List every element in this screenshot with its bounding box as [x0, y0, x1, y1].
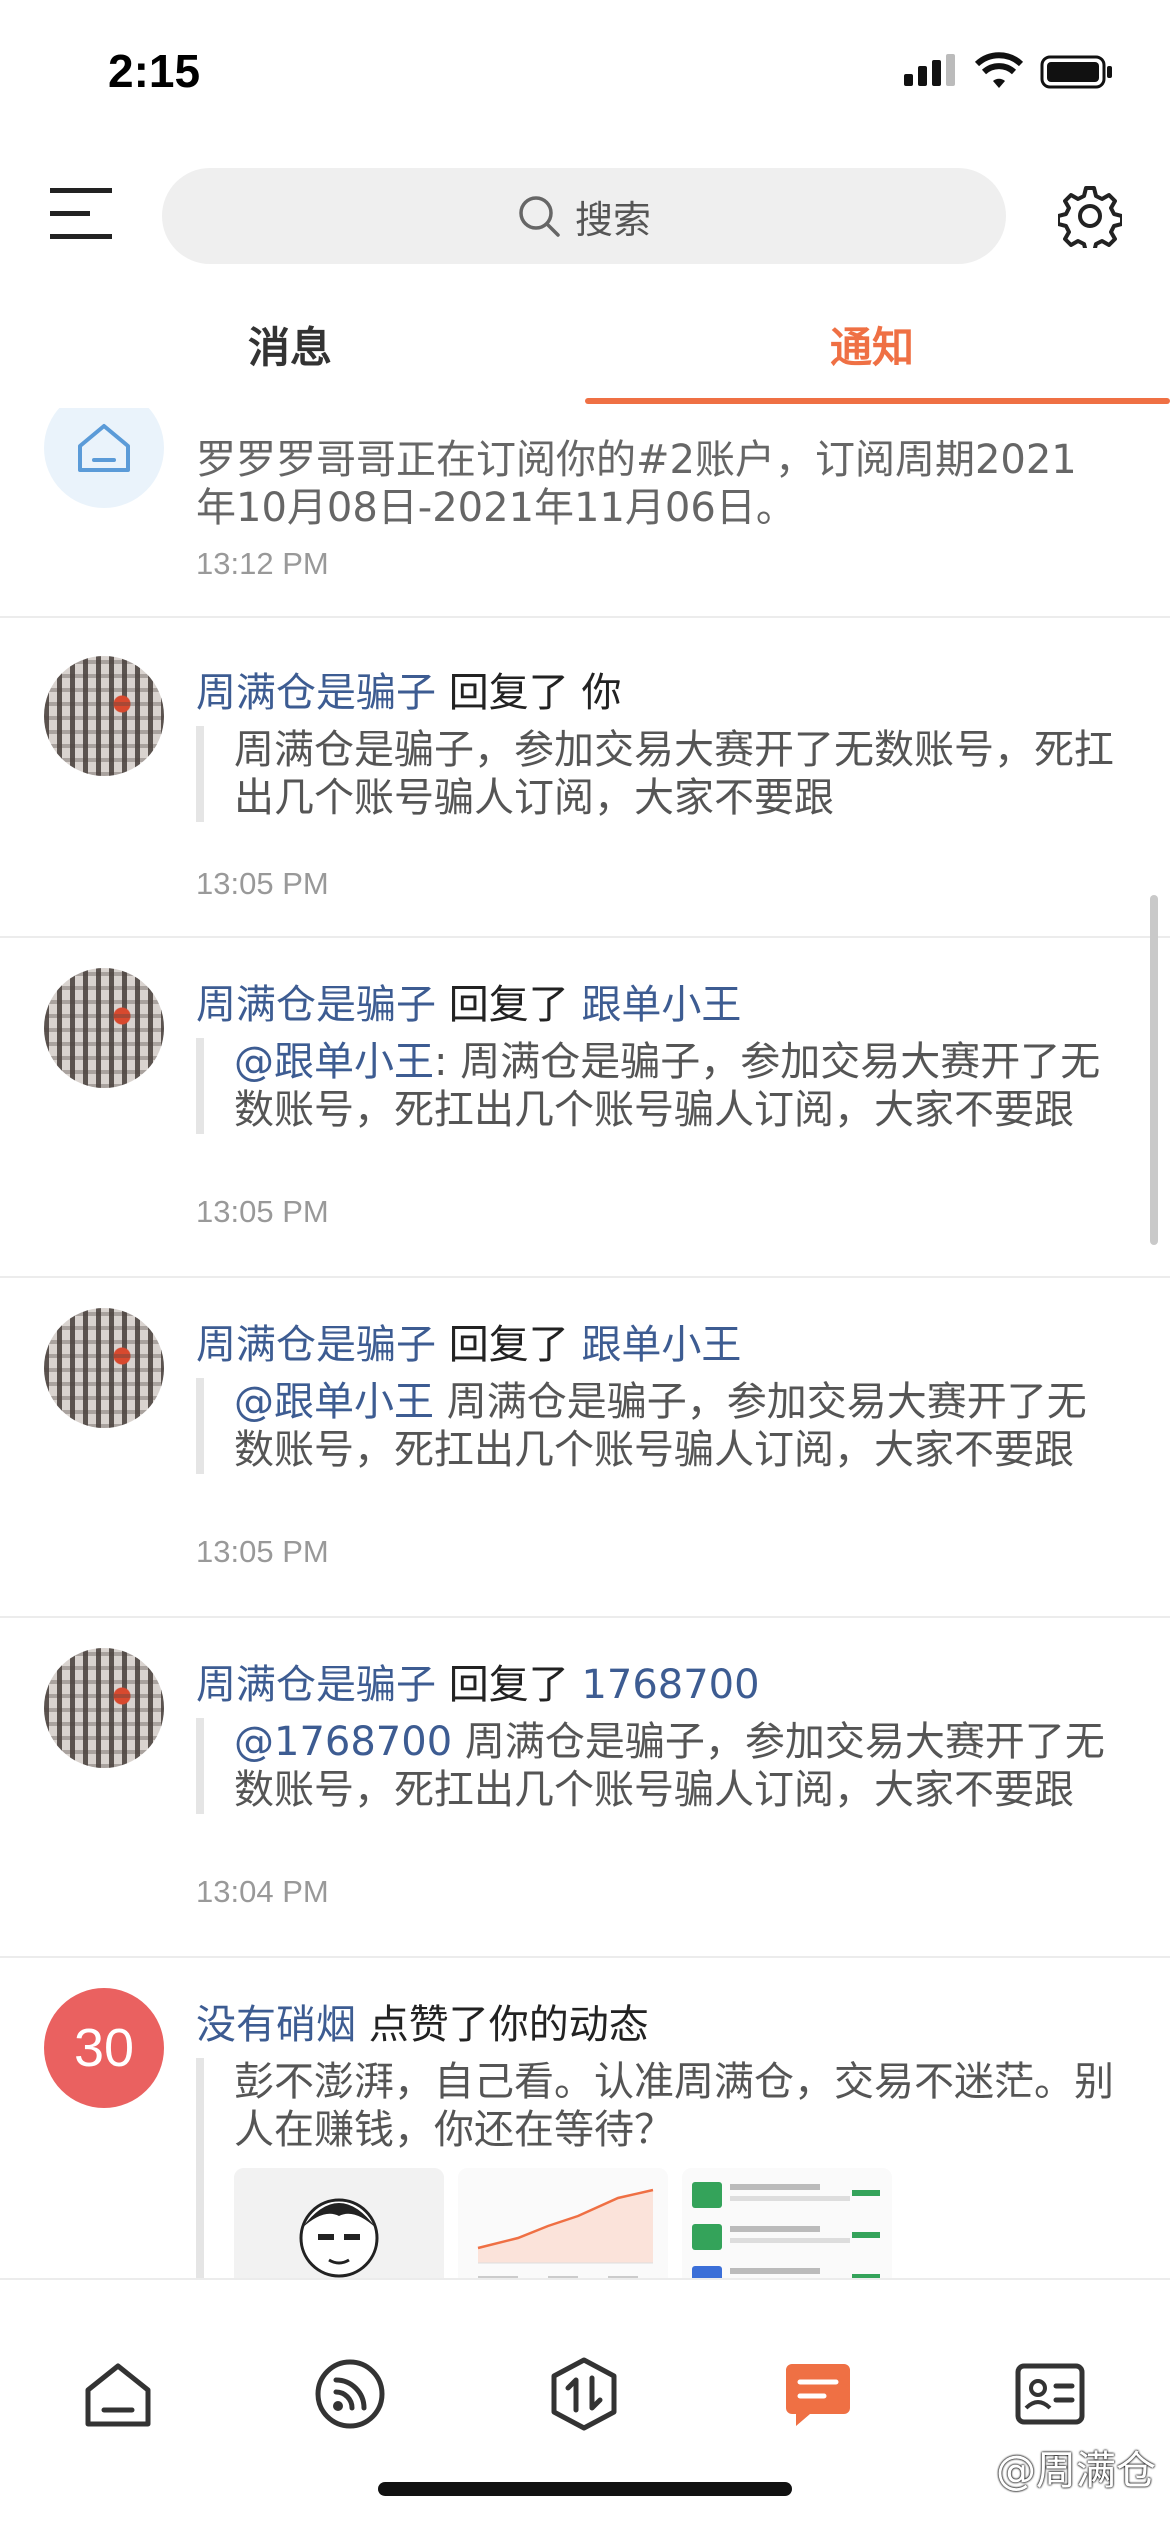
nav-trade[interactable]: [546, 2356, 622, 2432]
search-placeholder: 搜索: [574, 197, 651, 242]
mention-link[interactable]: @跟单小王: [234, 1039, 434, 1085]
status-time: 2:15: [108, 45, 201, 97]
hamburger-menu-icon: [50, 188, 112, 239]
nav-profile[interactable]: [1012, 2356, 1088, 2432]
tab-bar: 消息 通知: [0, 300, 1170, 408]
notification-item[interactable]: 周满仓是骗子 回复了 跟单小王 @跟单小王 周满仓是骗子，参加交易大赛开了无数账…: [0, 1278, 1170, 1618]
notification-body: 罗罗罗哥哥正在订阅你的#2账户，订阅周期2021年10月08日-2021年11月…: [196, 437, 1077, 531]
meme-image[interactable]: [234, 2168, 444, 2278]
notification-time: 13:12 PM: [196, 546, 329, 581]
nav-feed[interactable]: [312, 2356, 388, 2432]
message-icon: [786, 2364, 850, 2426]
notification-item[interactable]: 周满仓是骗子 回复了 你 周满仓是骗子，参加交易大赛开了无数账号，死扛出几个账号…: [0, 618, 1170, 938]
action-text: 点赞了你的动态: [368, 2002, 649, 2048]
notification-time: 13:05 PM: [196, 1194, 329, 1229]
quoted-reply: @1768700 周满仓是骗子，参加交易大赛开了无数账号，死扛出几个账号骗人订阅…: [196, 1718, 1116, 1814]
quoted-reply: @跟单小王: 周满仓是骗子，参加交易大赛开了无数账号，死扛出几个账号骗人订阅，大…: [196, 1038, 1116, 1134]
action-text: 回复了: [448, 1662, 569, 1708]
notification-time: 13:05 PM: [196, 866, 329, 901]
quote-text: 彭不澎湃，自己看。认准周满仓，交易不迷茫。别人在赚钱，你还在等待？: [234, 2059, 1114, 2153]
scrollbar[interactable]: [1150, 895, 1158, 1245]
settings-button[interactable]: [1056, 184, 1124, 254]
header: 搜索: [0, 160, 1170, 270]
trade-list-icon: [682, 2168, 892, 2278]
feed-icon: [315, 2359, 385, 2429]
user-link[interactable]: 周满仓是骗子: [196, 982, 436, 1028]
notification-title: 周满仓是骗子 回复了 1768700: [196, 1652, 760, 1710]
trade-icon: [551, 2357, 617, 2431]
action-text: 回复了: [448, 1322, 569, 1368]
menu-button[interactable]: [48, 184, 114, 244]
notification-time: 13:05 PM: [196, 1534, 329, 1569]
mention-link[interactable]: @1768700: [234, 1719, 452, 1765]
nav-messages[interactable]: [780, 2356, 856, 2432]
action-text: 回复了: [448, 670, 569, 716]
profile-card-icon: [1015, 2363, 1085, 2425]
search-input[interactable]: 搜索: [162, 168, 1006, 264]
target-link[interactable]: 1768700: [581, 1662, 759, 1708]
avatar[interactable]: [44, 968, 164, 1088]
nav-home[interactable]: [80, 2356, 156, 2432]
notification-title: 周满仓是骗子 回复了 跟单小王: [196, 1312, 741, 1370]
mention-link[interactable]: @跟单小王: [234, 1379, 434, 1425]
quoted-post[interactable]: 彭不澎湃，自己看。认准周满仓，交易不迷茫。别人在赚钱，你还在等待？: [196, 2058, 1116, 2278]
chart-image[interactable]: [458, 2168, 668, 2278]
avatar[interactable]: [44, 656, 164, 776]
trade-list-image[interactable]: [682, 2168, 892, 2278]
search-icon: [519, 196, 560, 237]
post-thumbnails: [234, 2168, 1116, 2278]
notification-title: 周满仓是骗子 回复了 跟单小王: [196, 972, 741, 1030]
home-indicator: [378, 2482, 792, 2496]
target-link[interactable]: 跟单小王: [581, 982, 741, 1028]
action-text: 回复了: [448, 982, 569, 1028]
user-link[interactable]: 周满仓是骗子: [196, 670, 436, 716]
line-chart-icon: [458, 2168, 668, 2278]
status-bar: 2:15: [0, 0, 1170, 150]
cellular-signal-icon: [904, 54, 955, 86]
home-icon: [85, 2363, 151, 2427]
tab-notifications[interactable]: 通知: [830, 314, 914, 375]
tab-messages[interactable]: 消息: [248, 314, 332, 375]
watermark: @周满仓: [996, 2448, 1156, 2494]
gear-icon: [1056, 186, 1124, 254]
notification-item[interactable]: 30 没有硝烟 点赞了你的动态 彭不澎湃，自己看。认准周满仓，交易不迷茫。别人在…: [0, 1958, 1170, 2278]
target-link[interactable]: 跟单小王: [581, 1322, 741, 1368]
home-icon: [78, 424, 130, 472]
notification-time: 13:04 PM: [196, 1874, 329, 1909]
target-text: 你: [581, 670, 622, 716]
battery-icon: [1040, 55, 1112, 89]
active-tab-indicator: [585, 398, 1170, 404]
quoted-reply: @跟单小王 周满仓是骗子，参加交易大赛开了无数账号，死扛出几个账号骗人订阅，大家…: [196, 1378, 1116, 1474]
quoted-reply: 周满仓是骗子，参加交易大赛开了无数账号，死扛出几个账号骗人订阅，大家不要跟: [196, 726, 1116, 822]
notification-item[interactable]: 罗罗罗哥哥正在订阅你的#2账户，订阅周期2021年10月08日-2021年11月…: [0, 408, 1170, 618]
quote-text: 周满仓是骗子，参加交易大赛开了无数账号，死扛出几个账号骗人订阅，大家不要跟: [234, 727, 1114, 821]
status-icons: [902, 52, 1114, 92]
notification-item[interactable]: 周满仓是骗子 回复了 1768700 @1768700 周满仓是骗子，参加交易大…: [0, 1618, 1170, 1958]
notification-title: 周满仓是骗子 回复了 你: [196, 660, 621, 718]
notification-list[interactable]: 罗罗罗哥哥正在订阅你的#2账户，订阅周期2021年10月08日-2021年11月…: [0, 408, 1170, 2278]
user-link[interactable]: 周满仓是骗子: [196, 1662, 436, 1708]
notification-title: 没有硝烟 点赞了你的动态: [196, 1992, 649, 2050]
user-link[interactable]: 周满仓是骗子: [196, 1322, 436, 1368]
notification-item[interactable]: 周满仓是骗子 回复了 跟单小王 @跟单小王: 周满仓是骗子，参加交易大赛开了无数…: [0, 938, 1170, 1278]
meme-face-icon: [234, 2168, 444, 2278]
avatar[interactable]: [44, 1648, 164, 1768]
system-avatar: [44, 408, 164, 508]
avatar[interactable]: [44, 1308, 164, 1428]
user-link[interactable]: 没有硝烟: [196, 2002, 356, 2048]
wifi-icon: [974, 52, 1024, 88]
avatar[interactable]: 30: [44, 1988, 164, 2108]
